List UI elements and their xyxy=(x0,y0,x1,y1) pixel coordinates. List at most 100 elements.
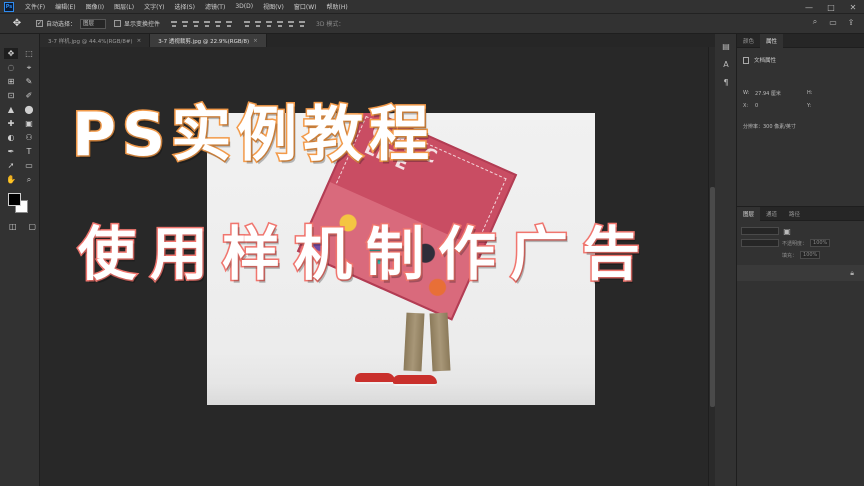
type-tool-icon[interactable]: T xyxy=(22,146,36,157)
tab-label: 3-7 样机.jpg @ 44.4%(RGB/8#) xyxy=(48,38,133,45)
crop-tool-icon[interactable]: ⊞ xyxy=(4,76,18,87)
align-vcenter-icon[interactable] xyxy=(181,20,189,28)
healing-tool-icon[interactable]: ✚ xyxy=(4,118,18,129)
x-label: X: xyxy=(743,103,749,109)
tab-perspective-crop[interactable]: 3-7 透视裁剪.jpg @ 22.9%(RGB/8) × xyxy=(150,34,267,47)
history-icon[interactable]: ▤ xyxy=(719,40,733,52)
width-value[interactable]: 27.94 厘米 xyxy=(755,90,781,97)
menu-layer[interactable]: 图层(L) xyxy=(109,2,139,11)
hand-tool-icon[interactable]: ✋ xyxy=(4,174,18,185)
brush-tool-icon[interactable]: ✎ xyxy=(22,76,36,87)
layer-background[interactable]: 🔒︎ xyxy=(737,265,864,281)
right-leg xyxy=(429,312,451,372)
tab-label: 3-7 透视裁剪.jpg @ 22.9%(RGB/8) xyxy=(158,38,250,45)
align-top-icon[interactable] xyxy=(170,20,178,28)
tool-grid: ✥ ⬚ ◌ ⌖ ⊞ ✎ ⊡ ✐ ▲ ⬤ ✚ ▣ ◐ ⚇ ✒ T ➚ ▭ ✋ ⌕ xyxy=(0,48,39,185)
foreground-color-swatch[interactable] xyxy=(8,193,21,206)
search-icon[interactable]: ⌕ xyxy=(810,17,820,27)
quick-mask-icon[interactable]: ◫ xyxy=(6,221,20,232)
tab-properties[interactable]: 属性 xyxy=(760,34,784,48)
right-panels: 颜色 属性 文档属性 W: 27.94 厘米 H: X: 0 Y: 分辨率：30… xyxy=(737,34,864,486)
overlay-title-line2: 使用样机制作广告 xyxy=(76,219,655,290)
menu-help[interactable]: 帮助(H) xyxy=(322,2,353,11)
close-icon[interactable]: × xyxy=(137,38,142,44)
distribute-vcenter-icon[interactable] xyxy=(254,20,262,28)
distribute-bottom-icon[interactable] xyxy=(265,20,273,28)
align-left-icon[interactable] xyxy=(203,20,211,28)
properties-body: 文档属性 W: 27.94 厘米 H: X: 0 Y: 分辨率：300 像素/英… xyxy=(737,48,864,208)
blur-tool-icon[interactable]: ▲ xyxy=(4,104,18,115)
menu-3d[interactable]: 3D(D) xyxy=(230,3,258,10)
tab-layers[interactable]: 图层 xyxy=(737,207,761,221)
menu-type[interactable]: 文字(Y) xyxy=(139,2,169,11)
marquee-tool-icon[interactable]: ⬚ xyxy=(22,48,36,59)
frame-tool-icon[interactable]: ⊡ xyxy=(4,90,18,101)
opacity-field[interactable]: 100% xyxy=(810,239,831,247)
tab-paths[interactable]: 路径 xyxy=(783,207,806,221)
auto-select-checkbox[interactable]: ✓ xyxy=(36,20,43,27)
layers-panel: 图层 通道 路径 ▣ 不透明度： 100% 填充： 100% 🔒︎ xyxy=(737,206,864,486)
properties-panel-tabs: 颜色 属性 xyxy=(737,34,864,48)
align-right-icon[interactable] xyxy=(225,20,233,28)
menu-file[interactable]: 文件(F) xyxy=(20,2,50,11)
menu-image[interactable]: 图像(I) xyxy=(81,2,109,11)
tab-mockup[interactable]: 3-7 样机.jpg @ 44.4%(RGB/8#) × xyxy=(40,34,151,47)
menu-window[interactable]: 窗口(W) xyxy=(289,2,322,11)
x-value[interactable]: 0 xyxy=(755,103,758,109)
layer-kind-filter[interactable] xyxy=(741,227,779,235)
eraser-tool-icon[interactable]: ⚇ xyxy=(22,132,36,143)
stamp-tool-icon[interactable]: ▣ xyxy=(22,118,36,129)
close-icon[interactable]: × xyxy=(253,38,258,44)
filter-image-icon[interactable]: ▣ xyxy=(782,226,792,236)
show-transform-checkbox[interactable] xyxy=(114,20,122,27)
right-shoe xyxy=(393,375,437,386)
lock-icon: 🔒︎ xyxy=(850,269,854,277)
vertical-scrollbar[interactable] xyxy=(708,47,715,486)
history-brush-icon[interactable]: ◐ xyxy=(4,132,18,143)
share-icon[interactable]: ⇪ xyxy=(846,17,856,27)
path-select-tool-icon[interactable]: ➚ xyxy=(4,160,18,171)
layers-panel-tabs: 图层 通道 路径 xyxy=(737,207,864,221)
character-icon[interactable]: A xyxy=(719,58,733,70)
toolbox: ✥ ⬚ ◌ ⌖ ⊞ ✎ ⊡ ✐ ▲ ⬤ ✚ ▣ ◐ ⚇ ✒ T ➚ ▭ ✋ ⌕ … xyxy=(0,34,40,486)
eyedropper-tool-icon[interactable]: ⌖ xyxy=(22,62,36,73)
pencil-tool-icon[interactable]: ✐ xyxy=(22,90,36,101)
lasso-tool-icon[interactable]: ◌ xyxy=(4,62,18,73)
fill-field[interactable]: 100% xyxy=(800,251,821,259)
distribute-left-icon[interactable] xyxy=(276,20,284,28)
move-tool-preset-icon[interactable]: ✥ xyxy=(6,17,28,31)
left-shoe xyxy=(355,373,395,384)
menu-view[interactable]: 视图(V) xyxy=(258,2,289,11)
blend-mode-dropdown[interactable] xyxy=(741,239,779,247)
rectangle-tool-icon[interactable]: ▭ xyxy=(22,160,36,171)
distribute-hcenter-icon[interactable] xyxy=(287,20,295,28)
layer-filter-row: ▣ xyxy=(737,225,864,237)
tab-color[interactable]: 颜色 xyxy=(737,34,760,48)
options-right: ⌕ ▭ ⇪ xyxy=(810,17,856,27)
align-bottom-icon[interactable] xyxy=(192,20,200,28)
paragraph-icon[interactable]: ¶ xyxy=(719,76,733,88)
distribute-top-icon[interactable] xyxy=(243,20,251,28)
menu-bar: Ps 文件(F) 编辑(E) 图像(I) 图层(L) 文字(Y) 选择(S) 滤… xyxy=(0,0,864,14)
move-tool-icon[interactable]: ✥ xyxy=(4,48,18,59)
opacity-label: 不透明度： xyxy=(782,240,808,247)
zoom-tool-icon[interactable]: ⌕ xyxy=(22,174,36,185)
dodge-tool-icon[interactable]: ⬤ xyxy=(22,104,36,115)
close-window-button[interactable]: ✕ xyxy=(842,0,864,14)
doc-properties-header: 文档属性 xyxy=(743,56,776,64)
auto-select-dropdown[interactable]: 图层 xyxy=(80,18,107,29)
align-hcenter-icon[interactable] xyxy=(214,20,222,28)
workspace-icon[interactable]: ▭ xyxy=(828,17,838,27)
menu-filter[interactable]: 滤镜(T) xyxy=(200,2,230,11)
menu-select[interactable]: 选择(S) xyxy=(169,2,200,11)
pen-tool-icon[interactable]: ✒ xyxy=(4,146,18,157)
menu-edit[interactable]: 编辑(E) xyxy=(50,2,80,11)
minimize-button[interactable]: — xyxy=(798,0,820,14)
tab-channels[interactable]: 通道 xyxy=(760,207,783,221)
screen-mode-icon[interactable]: ▢ xyxy=(26,221,40,232)
width-label: W: xyxy=(743,90,750,96)
document-icon xyxy=(743,56,749,64)
maximize-button[interactable]: □ xyxy=(820,0,842,14)
distribute-right-icon[interactable] xyxy=(298,20,306,28)
panel-icon-strip: ▤ A ¶ xyxy=(715,34,737,486)
